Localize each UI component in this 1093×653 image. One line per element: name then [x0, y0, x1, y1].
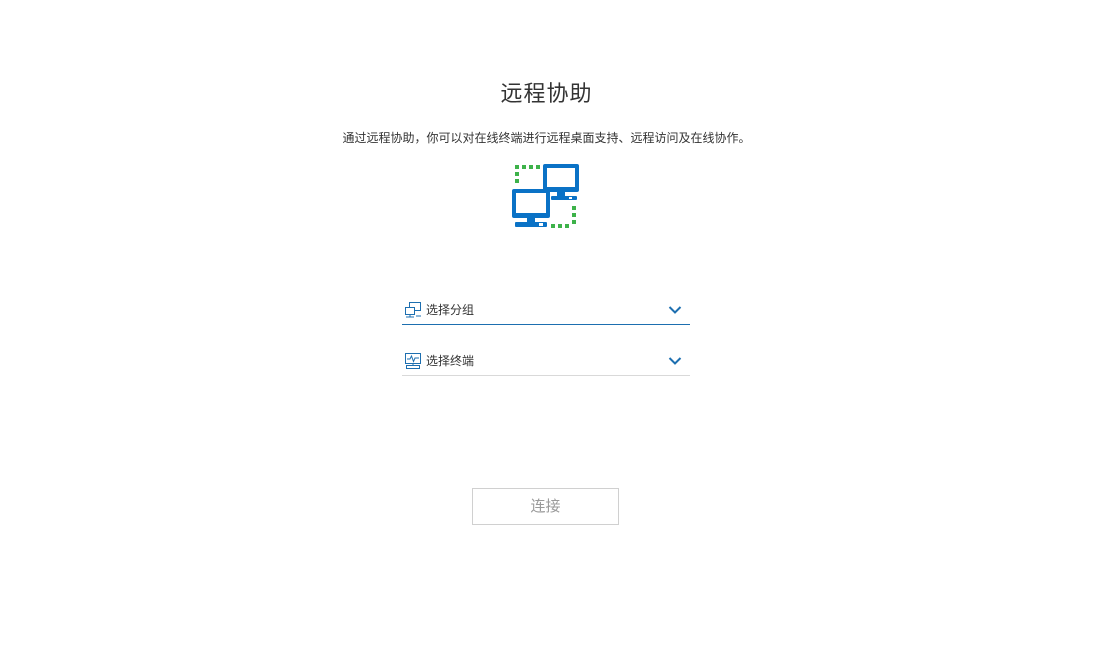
remote-computers-icon [512, 164, 579, 228]
terminal-select[interactable]: 选择终端 [402, 346, 690, 376]
remote-assist-page: 远程协助 通过远程协助，你可以对在线终端进行远程桌面支持、远程访问及在线协作。 [0, 0, 1093, 653]
connect-button[interactable]: 连接 [472, 488, 619, 525]
terminal-select-placeholder: 选择终端 [426, 354, 475, 368]
group-select[interactable]: 选择分组 [402, 295, 690, 325]
terminal-icon [405, 352, 421, 369]
group-select-placeholder: 选择分组 [426, 303, 475, 317]
page-description: 通过远程协助，你可以对在线终端进行远程桌面支持、远程访问及在线协作。 [342, 131, 751, 145]
chevron-down-icon[interactable] [668, 305, 682, 315]
chevron-down-icon[interactable] [668, 356, 682, 366]
page-title: 远程协助 [500, 82, 593, 107]
group-icon [405, 301, 421, 317]
